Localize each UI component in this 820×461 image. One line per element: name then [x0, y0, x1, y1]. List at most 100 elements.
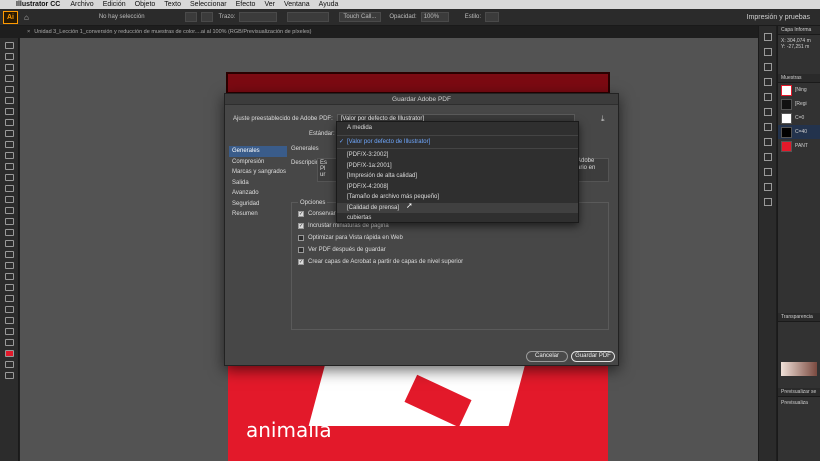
- brushes-icon[interactable]: [764, 108, 772, 116]
- option-fast-web[interactable]: Optimizar para Vista rápida en Web: [298, 235, 403, 241]
- dropdown-item[interactable]: [PDF/X-3:2002]: [337, 150, 578, 161]
- swatch-row[interactable]: C=40: [778, 125, 820, 139]
- option-acrobat-layers[interactable]: ✓ Crear capas de Acrobat a partir de capa…: [298, 259, 463, 265]
- nav-seguridad[interactable]: Seguridad: [229, 199, 287, 210]
- drawing-modes-icon[interactable]: [5, 361, 14, 368]
- nav-compresion[interactable]: Compresión: [229, 157, 287, 168]
- option-thumbnails[interactable]: ✓ Incrustar miniaturas de página: [298, 223, 389, 229]
- option-view-pdf[interactable]: Ver PDF después de guardar: [298, 247, 386, 253]
- pen-tool-icon[interactable]: [5, 86, 14, 93]
- menu-seleccionar[interactable]: Seleccionar: [190, 0, 227, 9]
- curvature-tool-icon[interactable]: [5, 97, 14, 104]
- nav-generales[interactable]: Generales: [229, 146, 287, 157]
- document-tab[interactable]: × Unidad 3_Lección 1_conversión y reducc…: [19, 27, 312, 37]
- stroke-swatch[interactable]: [200, 12, 213, 22]
- brush-field[interactable]: Touch Call...: [339, 12, 382, 22]
- menu-edicion[interactable]: Edición: [103, 0, 126, 9]
- info-panel-tabs[interactable]: Capa Informa: [778, 26, 820, 35]
- info-tab[interactable]: Informa: [794, 27, 811, 33]
- links-icon[interactable]: [764, 198, 772, 206]
- gradient-tool-icon[interactable]: [5, 251, 14, 258]
- save-pdf-button[interactable]: Guardar PDF: [571, 351, 615, 362]
- layers-tab[interactable]: Capa: [781, 27, 793, 33]
- gradient-panel-icon[interactable]: [764, 183, 772, 191]
- checkbox-checked-icon[interactable]: ✓: [298, 211, 304, 217]
- dropdown-item-hover[interactable]: [Calidad de prensa]: [337, 202, 578, 213]
- close-tab-icon[interactable]: ×: [27, 29, 30, 35]
- swatch-row[interactable]: C=0: [778, 111, 820, 125]
- save-preset-icon[interactable]: ⤓: [601, 114, 605, 124]
- swatch-row[interactable]: PANT: [778, 139, 820, 153]
- zoom-tool-icon[interactable]: [5, 339, 14, 346]
- color-icon[interactable]: [764, 93, 772, 101]
- workspace-switcher[interactable]: Impresión y pruebas: [747, 14, 810, 21]
- stroke-panel-icon[interactable]: [764, 168, 772, 176]
- pathfinder-icon[interactable]: [764, 78, 772, 86]
- paintbrush-tool-icon[interactable]: [5, 141, 14, 148]
- menu-ver[interactable]: Ver: [264, 0, 275, 9]
- dropdown-item[interactable]: [PDF/X-1a:2001]: [337, 161, 578, 172]
- menu-efecto[interactable]: Efecto: [236, 0, 256, 9]
- artboards-icon[interactable]: [764, 48, 772, 56]
- dropdown-item[interactable]: [Tamaño de archivo más pequeño]: [337, 192, 578, 203]
- scale-tool-icon[interactable]: [5, 185, 14, 192]
- free-transform-tool-icon[interactable]: [5, 207, 14, 214]
- magic-wand-tool-icon[interactable]: [5, 64, 14, 71]
- width-tool-icon[interactable]: [5, 196, 14, 203]
- symbols-icon[interactable]: [764, 123, 772, 131]
- checkbox-icon[interactable]: [298, 235, 304, 241]
- nav-resumen[interactable]: Resumen: [229, 209, 287, 220]
- cancel-button[interactable]: Cancelar: [526, 351, 568, 362]
- checkbox-checked-icon[interactable]: ✓: [298, 259, 304, 265]
- checkbox-icon[interactable]: [298, 247, 304, 253]
- mesh-tool-icon[interactable]: [5, 240, 14, 247]
- eraser-tool-icon[interactable]: [5, 163, 14, 170]
- menu-ventana[interactable]: Ventana: [284, 0, 310, 9]
- dropdown-item-selected[interactable]: ✓ [Valor por defecto de Illustrator]: [337, 137, 578, 148]
- symbol-sprayer-tool-icon[interactable]: [5, 284, 14, 291]
- slice-tool-icon[interactable]: [5, 317, 14, 324]
- selection-tool-icon[interactable]: [5, 42, 14, 49]
- line-tool-icon[interactable]: [5, 119, 14, 126]
- align-icon[interactable]: [764, 63, 772, 71]
- type-tool-icon[interactable]: [5, 108, 14, 115]
- menu-objeto[interactable]: Objeto: [135, 0, 156, 9]
- column-graph-tool-icon[interactable]: [5, 295, 14, 302]
- menu-texto[interactable]: Texto: [164, 0, 181, 9]
- screen-mode-icon[interactable]: [5, 372, 14, 379]
- artboard-tool-icon[interactable]: [5, 306, 14, 313]
- appearance-icon[interactable]: [764, 153, 772, 161]
- blend-tool-icon[interactable]: [5, 273, 14, 280]
- dropdown-item[interactable]: A medida: [337, 123, 578, 134]
- fill-stroke-icon[interactable]: [5, 350, 14, 357]
- variable-width-field[interactable]: [287, 12, 330, 22]
- swatches-panel-title[interactable]: Muestras: [778, 74, 820, 83]
- fill-swatch[interactable]: [184, 12, 197, 22]
- preview-option[interactable]: Previsualiza: [778, 400, 820, 406]
- rectangle-tool-icon[interactable]: [5, 130, 14, 137]
- stroke-weight-field[interactable]: [239, 12, 278, 22]
- dropdown-item[interactable]: [Impresión de alta calidad]: [337, 171, 578, 182]
- menu-ayuda[interactable]: Ayuda: [319, 0, 339, 9]
- dropdown-item[interactable]: cubiertas: [337, 213, 578, 224]
- graphic-styles-icon[interactable]: [764, 138, 772, 146]
- rotate-tool-icon[interactable]: [5, 174, 14, 181]
- eyedropper-tool-icon[interactable]: [5, 262, 14, 269]
- home-icon[interactable]: ⌂: [24, 13, 29, 22]
- style-field[interactable]: [485, 12, 500, 22]
- layers-icon[interactable]: [764, 33, 772, 41]
- swatch-row[interactable]: [Regi: [778, 97, 820, 111]
- nav-salida[interactable]: Salida: [229, 178, 287, 189]
- nav-marcas[interactable]: Marcas y sangrados: [229, 167, 287, 178]
- direct-selection-tool-icon[interactable]: [5, 53, 14, 60]
- swatch-row[interactable]: [Ning: [778, 83, 820, 97]
- hand-tool-icon[interactable]: [5, 328, 14, 335]
- nav-avanzado[interactable]: Avanzado: [229, 188, 287, 199]
- lasso-tool-icon[interactable]: [5, 75, 14, 82]
- pencil-tool-icon[interactable]: [5, 152, 14, 159]
- app-menu[interactable]: Illustrator CC: [16, 0, 60, 9]
- option-preserve[interactable]: ✓ Conservar c: [298, 211, 340, 217]
- menu-archivo[interactable]: Archivo: [70, 0, 93, 9]
- opacity-field[interactable]: 100%: [420, 12, 449, 22]
- perspective-grid-tool-icon[interactable]: [5, 229, 14, 236]
